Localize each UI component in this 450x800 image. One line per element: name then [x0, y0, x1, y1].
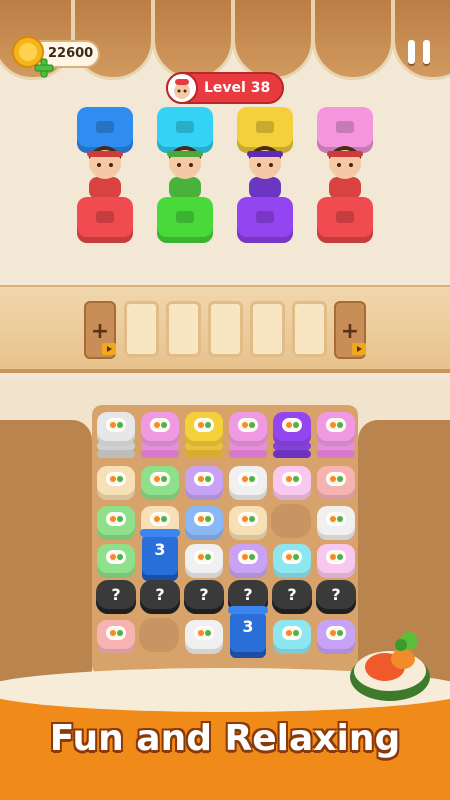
- tagline: Fun and Relaxing: [49, 718, 401, 759]
- plus-icon: +: [340, 319, 360, 344]
- sushi-roll[interactable]: [141, 466, 179, 500]
- stack-layer: [141, 450, 179, 458]
- stack-layer: [185, 450, 223, 458]
- mystery-tile[interactable]: ?: [96, 580, 136, 614]
- sushi-roll[interactable]: [317, 466, 355, 500]
- mystery-tile[interactable]: ?: [184, 580, 224, 614]
- pause-icon: [423, 40, 430, 64]
- stack-layer: [317, 450, 355, 458]
- game-screen: 22600 Level 38 + + 3 ? ? ? ? ? ? 3 Fun a…: [0, 0, 450, 800]
- customer: [87, 146, 123, 199]
- tray-slot[interactable]: [292, 301, 327, 357]
- coin-count: 22600: [48, 46, 94, 61]
- sushi-roll[interactable]: [185, 466, 223, 500]
- sushi-roll[interactable]: [185, 412, 223, 446]
- sushi-roll[interactable]: [97, 544, 135, 578]
- tray-slot[interactable]: [124, 301, 159, 357]
- sushi-roll[interactable]: [317, 412, 355, 446]
- sushi-roll[interactable]: [97, 466, 135, 500]
- sushi-roll[interactable]: [229, 506, 267, 540]
- sushi-roll[interactable]: [273, 466, 311, 500]
- customer: [167, 146, 203, 199]
- video-ad-icon: [102, 343, 116, 355]
- counter-stack[interactable]: 3: [140, 529, 180, 581]
- sushi-roll[interactable]: [229, 412, 267, 446]
- seat: [157, 197, 213, 243]
- seat: [77, 197, 133, 243]
- tray-slot[interactable]: [250, 301, 285, 357]
- stack-layer: [97, 450, 135, 458]
- plus-icon: +: [90, 319, 110, 344]
- sushi-roll[interactable]: [273, 620, 311, 654]
- stack-layer: [273, 450, 311, 458]
- sushi-roll[interactable]: [97, 620, 135, 654]
- sushi-plate-illustration: [350, 632, 430, 701]
- level-label: Level 38: [204, 80, 271, 96]
- video-ad-icon: [352, 343, 366, 355]
- sushi-roll[interactable]: [273, 412, 311, 446]
- awning: [232, 0, 314, 80]
- pause-button[interactable]: [408, 40, 430, 64]
- tray-slot[interactable]: [166, 301, 201, 357]
- empty-cell: [271, 504, 311, 538]
- sushi-roll[interactable]: [229, 466, 267, 500]
- tray-bar: + +: [0, 285, 450, 373]
- awning: [312, 0, 394, 80]
- empty-cell: [139, 618, 179, 652]
- customer: [247, 146, 283, 199]
- mystery-tile[interactable]: ?: [316, 580, 356, 614]
- pause-icon: [408, 40, 415, 64]
- counter-stack[interactable]: 3: [228, 606, 268, 658]
- add-slot-button[interactable]: +: [84, 301, 116, 359]
- tray-slot[interactable]: [208, 301, 243, 357]
- customer: [327, 146, 363, 199]
- mystery-tile[interactable]: ?: [272, 580, 312, 614]
- customer-area: [0, 95, 450, 275]
- awning: [152, 0, 234, 80]
- sushi-roll[interactable]: [185, 544, 223, 578]
- add-slot-button[interactable]: +: [334, 301, 366, 359]
- sushi-roll[interactable]: [273, 544, 311, 578]
- sushi-roll[interactable]: [229, 544, 267, 578]
- sushi-roll[interactable]: [141, 412, 179, 446]
- seat: [237, 197, 293, 243]
- stack-layer: [229, 450, 267, 458]
- seat: [317, 197, 373, 243]
- sushi-roll[interactable]: [97, 506, 135, 540]
- sushi-roll[interactable]: [97, 412, 135, 446]
- sushi-roll[interactable]: [185, 620, 223, 654]
- plus-icon[interactable]: [34, 58, 54, 78]
- sushi-roll[interactable]: [317, 544, 355, 578]
- sushi-roll[interactable]: [185, 506, 223, 540]
- mystery-tile[interactable]: ?: [140, 580, 180, 614]
- sushi-roll[interactable]: [317, 506, 355, 540]
